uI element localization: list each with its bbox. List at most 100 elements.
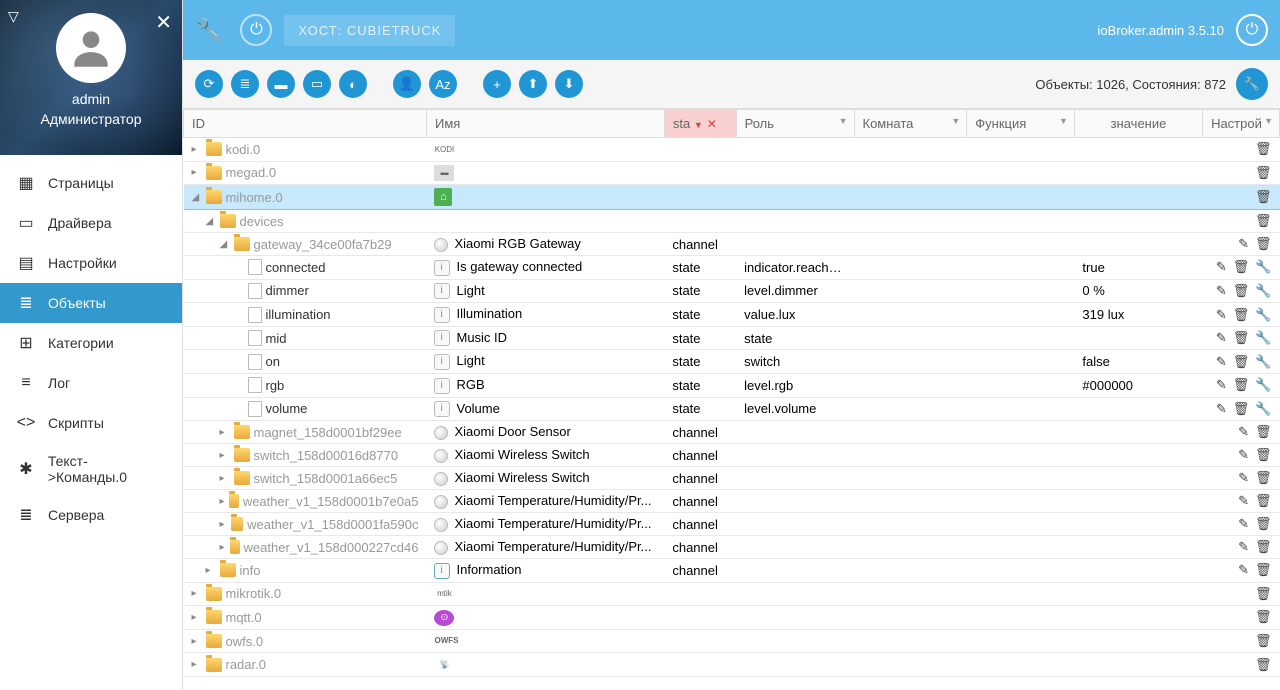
delete-icon[interactable]: 🗑 [1255,562,1272,578]
table-row[interactable]: dimmer Light state level.dimmer 0 % ✎🗑🔧 [184,279,1280,303]
expander-icon[interactable]: ▸ [192,659,202,670]
wrench-icon[interactable]: 🔧 [195,17,222,43]
status-button[interactable]: ◐ [339,70,367,98]
wrench-icon[interactable]: 🔧 [1255,307,1271,323]
power-icon[interactable]: ⏻ [240,14,272,46]
table-row[interactable]: mid Music ID state state ✎🗑🔧 [184,326,1280,350]
wrench-icon[interactable]: 🔧 [1255,259,1271,275]
host-label[interactable]: ХОСТ: CUBIETRUCK [284,15,455,46]
edit-icon[interactable]: ✎ [1238,424,1249,440]
expander-icon[interactable]: ▸ [192,636,202,647]
table-row[interactable]: ◢devices 🗑 [184,210,1280,233]
nav-item[interactable]: ▤Настройки [0,243,182,283]
table-row[interactable]: ▸weather_v1_158d0001b7e0a5 Xiaomi Temper… [184,490,1280,513]
edit-icon[interactable]: ✎ [1238,539,1249,555]
expander-icon[interactable]: ▸ [220,542,226,553]
table-row[interactable]: ▸weather_v1_158d000227cd46 Xiaomi Temper… [184,536,1280,559]
table-row[interactable]: ▸owfs.0 OWFS 🗑 [184,629,1280,653]
edit-icon[interactable]: ✎ [1216,259,1227,275]
delete-icon[interactable]: 🗑 [1233,354,1250,370]
delete-icon[interactable]: 🗑 [1255,516,1272,532]
add-button[interactable]: + [483,70,511,98]
expander-icon[interactable]: ◢ [220,239,230,250]
nav-item[interactable]: ⊞Категории [0,323,182,363]
col-id[interactable]: ID [184,110,427,138]
col-value[interactable]: значение [1074,110,1202,138]
logo-icon[interactable]: ⏻ [1236,14,1268,46]
wrench-icon[interactable]: 🔧 [1255,330,1271,346]
sort-button[interactable]: Aᴢ [429,70,457,98]
edit-icon[interactable]: ✎ [1216,401,1227,417]
wrench-icon[interactable]: 🔧 [1255,354,1271,370]
edit-icon[interactable]: ✎ [1216,377,1227,393]
delete-icon[interactable]: 🗑 [1255,447,1272,463]
table-row[interactable]: connected Is gateway connected state ind… [184,256,1280,280]
nav-item[interactable]: <>Скрипты [0,403,182,443]
expander-icon[interactable]: ▸ [220,496,226,507]
edit-icon[interactable]: ✎ [1216,307,1227,323]
settings-button[interactable]: 🔧 [1236,68,1268,100]
nav-item[interactable]: ▦Страницы [0,163,182,203]
collapse-button[interactable]: ▭ [303,70,331,98]
delete-icon[interactable]: 🗑 [1255,609,1272,625]
col-actions[interactable]: Настрой▼ [1203,110,1280,138]
edit-icon[interactable]: ✎ [1216,330,1227,346]
delete-icon[interactable]: 🗑 [1255,633,1272,649]
delete-icon[interactable]: 🗑 [1233,401,1250,417]
col-name[interactable]: Имя [426,110,664,138]
table-row[interactable]: ▸weather_v1_158d0001fa590c Xiaomi Temper… [184,513,1280,536]
col-func[interactable]: Функция▼ [967,110,1075,138]
expander-icon[interactable]: ▸ [192,167,202,178]
table-row[interactable]: ◢mihome.0 ⌂ 🗑 [184,185,1280,210]
col-sta[interactable]: sta ▼✕ [664,110,736,138]
delete-icon[interactable]: 🗑 [1255,586,1272,602]
table-row[interactable]: ▸magnet_158d0001bf29ee Xiaomi Door Senso… [184,421,1280,444]
delete-icon[interactable]: 🗑 [1255,213,1272,229]
list-button[interactable]: ≣ [231,70,259,98]
dropdown-icon[interactable]: ▽ [8,8,19,25]
delete-icon[interactable]: 🗑 [1255,236,1272,252]
close-icon[interactable]: ✕ [155,10,172,35]
delete-icon[interactable]: 🗑 [1255,189,1272,205]
avatar[interactable] [56,13,126,83]
delete-icon[interactable]: 🗑 [1233,259,1250,275]
expander-icon[interactable]: ▸ [192,144,202,155]
wrench-icon[interactable]: 🔧 [1255,377,1271,393]
user-button[interactable]: 👤 [393,70,421,98]
edit-icon[interactable]: ✎ [1216,354,1227,370]
delete-icon[interactable]: 🗑 [1255,165,1272,181]
table-row[interactable]: ▸radar.0 📡 🗑 [184,653,1280,677]
expander-icon[interactable]: ◢ [206,216,216,227]
nav-item[interactable]: ≡Лог [0,363,182,403]
edit-icon[interactable]: ✎ [1238,447,1249,463]
folder-button[interactable]: ▬ [267,70,295,98]
expander-icon[interactable]: ▸ [192,588,202,599]
table-row[interactable]: rgb RGB state level.rgb #000000 ✎🗑🔧 [184,373,1280,397]
table-row[interactable]: volume Volume state level.volume ✎🗑🔧 [184,397,1280,421]
expander-icon[interactable]: ◢ [192,192,202,203]
table-row[interactable]: on Light state switch false ✎🗑🔧 [184,350,1280,374]
delete-icon[interactable]: 🗑 [1233,330,1250,346]
wrench-icon[interactable]: 🔧 [1255,283,1271,299]
table-row[interactable]: ◢gateway_34ce00fa7b29 Xiaomi RGB Gateway… [184,233,1280,256]
download-button[interactable]: ⬇ [555,70,583,98]
nav-item[interactable]: ≣Объекты [0,283,182,323]
table-row[interactable]: ▸info Information channel ✎🗑 [184,559,1280,583]
delete-icon[interactable]: 🗑 [1255,493,1272,509]
expander-icon[interactable]: ▸ [220,519,228,530]
expander-icon[interactable]: ▸ [220,427,230,438]
delete-icon[interactable]: 🗑 [1233,377,1250,393]
edit-icon[interactable]: ✎ [1216,283,1227,299]
upload-button[interactable]: ⬆ [519,70,547,98]
col-role[interactable]: Роль▼ [736,110,854,138]
delete-icon[interactable]: 🗑 [1255,539,1272,555]
nav-item[interactable]: ▭Драйвера [0,203,182,243]
table-row[interactable]: ▸mikrotik.0 mtik 🗑 [184,582,1280,606]
table-row[interactable]: ▸switch_158d00016d8770 Xiaomi Wireless S… [184,444,1280,467]
table-row[interactable]: illumination Illumination state value.lu… [184,303,1280,327]
edit-icon[interactable]: ✎ [1238,562,1249,578]
delete-icon[interactable]: 🗑 [1255,424,1272,440]
edit-icon[interactable]: ✎ [1238,470,1249,486]
delete-icon[interactable]: 🗑 [1255,141,1272,157]
wrench-icon[interactable]: 🔧 [1255,401,1271,417]
